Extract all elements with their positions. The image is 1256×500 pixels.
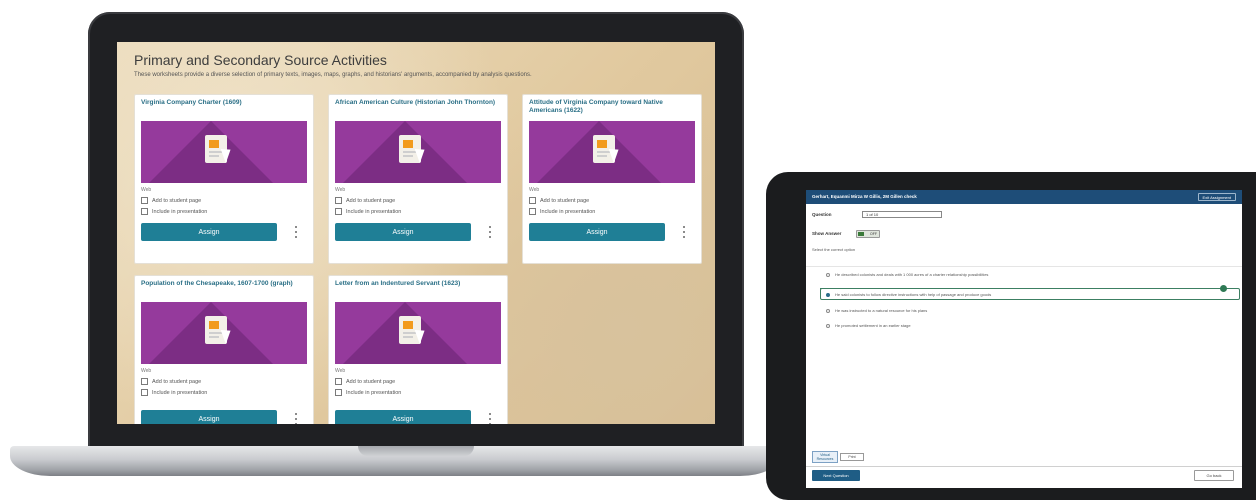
card-meta: Web (529, 187, 540, 193)
show-answer-toggle[interactable]: OFF (856, 230, 880, 238)
answer-option[interactable]: He promoted settlement in an earlier sta… (826, 323, 911, 328)
checkbox[interactable] (335, 378, 342, 385)
page-title: Primary and Secondary Source Activities (134, 52, 387, 68)
question-select[interactable]: 1 of 10 (862, 211, 942, 218)
checkbox-label: Include in presentation (152, 208, 208, 215)
card-title[interactable]: Virginia Company Charter (1609) (141, 99, 307, 107)
include-in-presentation-row[interactable]: Include in presentation (141, 208, 207, 215)
include-in-presentation-row[interactable]: Include in presentation (529, 208, 595, 215)
activity-card: Virginia Company Charter (1609) Web Add … (134, 94, 314, 264)
answer-option-text: He said colonists to follow directive in… (835, 292, 992, 297)
activity-card: African American Culture (Historian John… (328, 94, 508, 264)
go-back-button[interactable]: Go back (1194, 470, 1234, 481)
more-options-icon[interactable] (489, 226, 492, 238)
toggle-label: OFF (870, 232, 877, 236)
assign-button[interactable]: Assign (529, 223, 665, 241)
product-showcase: Primary and Secondary Source Activities … (0, 0, 1256, 500)
progress-line (820, 288, 1238, 289)
card-thumbnail[interactable] (335, 121, 501, 183)
card-thumbnail[interactable] (335, 302, 501, 364)
card-title[interactable]: Population of the Chesapeake, 1607-1700 … (141, 280, 307, 288)
more-options-icon[interactable] (489, 413, 492, 424)
virtual-resources-button[interactable]: Virtual Resources (812, 451, 838, 463)
card-thumbnail[interactable] (529, 121, 695, 183)
card-meta: Web (335, 187, 346, 193)
assign-button[interactable]: Assign (335, 223, 471, 241)
checkbox[interactable] (335, 197, 342, 204)
checkbox[interactable] (335, 208, 342, 215)
include-in-presentation-row[interactable]: Include in presentation (141, 389, 207, 396)
checkbox[interactable] (141, 208, 148, 215)
assign-button[interactable]: Assign (335, 410, 471, 424)
radio-button[interactable] (826, 308, 830, 313)
assignment-header: Gerhart, Equanmi Mirza W Gillis, 2M Gill… (806, 190, 1242, 204)
card-meta: Web (141, 187, 152, 193)
page-subtitle: These worksheets provide a diverse selec… (134, 72, 532, 78)
checkbox-label: Include in presentation (346, 208, 402, 215)
card-thumbnail[interactable] (141, 302, 307, 364)
laptop-screen: Primary and Secondary Source Activities … (117, 42, 715, 424)
print-button[interactable]: Print (840, 453, 864, 461)
assign-button[interactable]: Assign (141, 410, 277, 424)
more-options-icon[interactable] (295, 413, 298, 424)
answer-option-text: He promoted settlement in an earlier sta… (835, 323, 911, 328)
progress-handle[interactable] (1220, 285, 1227, 292)
checkbox-label: Add to student page (540, 197, 590, 204)
answer-option-text: He was instructed to a natural resource … (835, 308, 928, 313)
activity-card: Population of the Chesapeake, 1607-1700 … (134, 275, 314, 424)
include-in-presentation-row[interactable]: Include in presentation (335, 208, 401, 215)
card-meta: Web (141, 368, 152, 374)
add-to-student-page-row[interactable]: Add to student page (141, 378, 201, 385)
card-title[interactable]: African American Culture (Historian John… (335, 99, 501, 107)
card-thumbnail[interactable] (141, 121, 307, 183)
add-to-student-page-row[interactable]: Add to student page (529, 197, 589, 204)
card-meta: Web (335, 368, 346, 374)
exit-assignment-button[interactable]: Exit Assignment (1197, 193, 1236, 201)
activity-card: Letter from an Indentured Servant (1623)… (328, 275, 508, 424)
more-options-icon[interactable] (295, 226, 298, 238)
checkbox-label: Include in presentation (346, 389, 402, 396)
add-to-student-page-row[interactable]: Add to student page (335, 197, 395, 204)
checkbox-label: Include in presentation (152, 389, 208, 396)
next-question-button[interactable]: Next Question (812, 470, 860, 481)
radio-button[interactable] (826, 272, 830, 277)
answer-option-text: He described colonists and deals with 1 … (835, 272, 989, 277)
assign-button[interactable]: Assign (141, 223, 277, 241)
radio-button[interactable] (826, 323, 830, 328)
card-title[interactable]: Attitude of Virginia Company toward Nati… (529, 99, 695, 115)
checkbox[interactable] (141, 378, 148, 385)
checkbox-label: Add to student page (346, 197, 396, 204)
assignment-title: Gerhart, Equanmi Mirza W Gillis, 2M Gill… (812, 194, 917, 199)
show-answer-label: Show Answer (812, 231, 842, 236)
answer-option[interactable]: He was instructed to a natural resource … (826, 308, 927, 313)
checkbox-label: Include in presentation (540, 208, 596, 215)
laptop-hinge-notch (358, 446, 474, 456)
toggle-knob (858, 232, 864, 236)
answer-option-selected[interactable]: He said colonists to follow directive in… (826, 292, 991, 297)
checkbox-label: Add to student page (346, 378, 396, 385)
question-prompt: Select the correct option (812, 247, 856, 252)
tablet-screen: Gerhart, Equanmi Mirza W Gillis, 2M Gill… (806, 190, 1242, 488)
checkbox[interactable] (335, 389, 342, 396)
more-options-icon[interactable] (683, 226, 686, 238)
checkbox[interactable] (529, 197, 536, 204)
checkbox[interactable] (529, 208, 536, 215)
divider (806, 266, 1242, 267)
question-label: Question (812, 212, 832, 217)
checkbox-label: Add to student page (152, 378, 202, 385)
checkbox-label: Add to student page (152, 197, 202, 204)
checkbox[interactable] (141, 197, 148, 204)
add-to-student-page-row[interactable]: Add to student page (141, 197, 201, 204)
footer-divider (806, 466, 1242, 467)
checkbox[interactable] (141, 389, 148, 396)
radio-button[interactable] (826, 292, 830, 297)
add-to-student-page-row[interactable]: Add to student page (335, 378, 395, 385)
card-title[interactable]: Letter from an Indentured Servant (1623) (335, 280, 501, 288)
include-in-presentation-row[interactable]: Include in presentation (335, 389, 401, 396)
activity-card: Attitude of Virginia Company toward Nati… (522, 94, 702, 264)
answer-option[interactable]: He described colonists and deals with 1 … (826, 272, 988, 277)
